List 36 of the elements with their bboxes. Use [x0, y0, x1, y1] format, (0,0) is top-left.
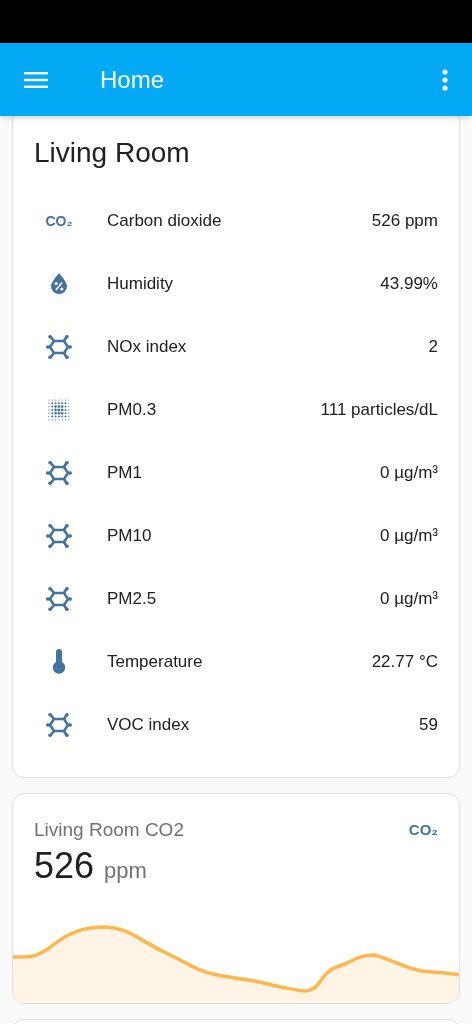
- sensor-value: 0 µg/m³: [380, 461, 438, 484]
- thermometer-icon: [52, 649, 66, 674]
- sensor-name[interactable]: Humidity: [107, 270, 174, 297]
- more-options-icon[interactable]: [442, 68, 448, 91]
- molecule-icon: [46, 334, 72, 359]
- sensor-value: 43.99%: [380, 272, 438, 295]
- page-title: Home: [100, 64, 165, 95]
- sensor-value: 526 ppm: [371, 209, 438, 232]
- sensor-name[interactable]: Carbon dioxide: [107, 207, 222, 234]
- molecule-icon: [46, 586, 72, 611]
- sensor-name: Living Room CO2: [34, 818, 184, 842]
- molecule-icon: [46, 523, 72, 548]
- sensor-value: 22.77 °C: [371, 650, 438, 673]
- water-percent-icon: [51, 273, 67, 294]
- sensor-name[interactable]: PM10: [107, 522, 152, 549]
- sensor-value: 0 µg/m³: [380, 524, 438, 547]
- sensor-card[interactable]: Living Room CO2 CO₂ 526 ppm: [12, 793, 460, 1004]
- co2-icon: CO₂: [408, 820, 438, 840]
- molecule-icon: [46, 460, 72, 485]
- sensor-name[interactable]: PM1: [107, 459, 142, 486]
- menu-icon[interactable]: [24, 70, 48, 89]
- sensor-value: 2: [428, 335, 438, 358]
- sensor-name[interactable]: PM2.5: [107, 585, 157, 612]
- sensor-name[interactable]: VOC index: [107, 711, 190, 738]
- sensor-name[interactable]: Temperature: [107, 648, 203, 675]
- card-title: Living Room: [34, 136, 190, 170]
- sensor-name[interactable]: PM0.3: [107, 396, 157, 423]
- co2-icon: CO₂: [45, 211, 73, 230]
- sensor-name[interactable]: NOx index: [107, 333, 187, 360]
- sensor-unit: ppm: [104, 857, 147, 885]
- particles-icon: [47, 397, 71, 422]
- sensor-value: 111 particles/dL: [320, 398, 438, 421]
- sensor-value: 59: [419, 713, 438, 736]
- sensor-value: 0 µg/m³: [380, 587, 438, 610]
- sensor-value: 526: [34, 844, 95, 888]
- molecule-icon: [46, 712, 72, 737]
